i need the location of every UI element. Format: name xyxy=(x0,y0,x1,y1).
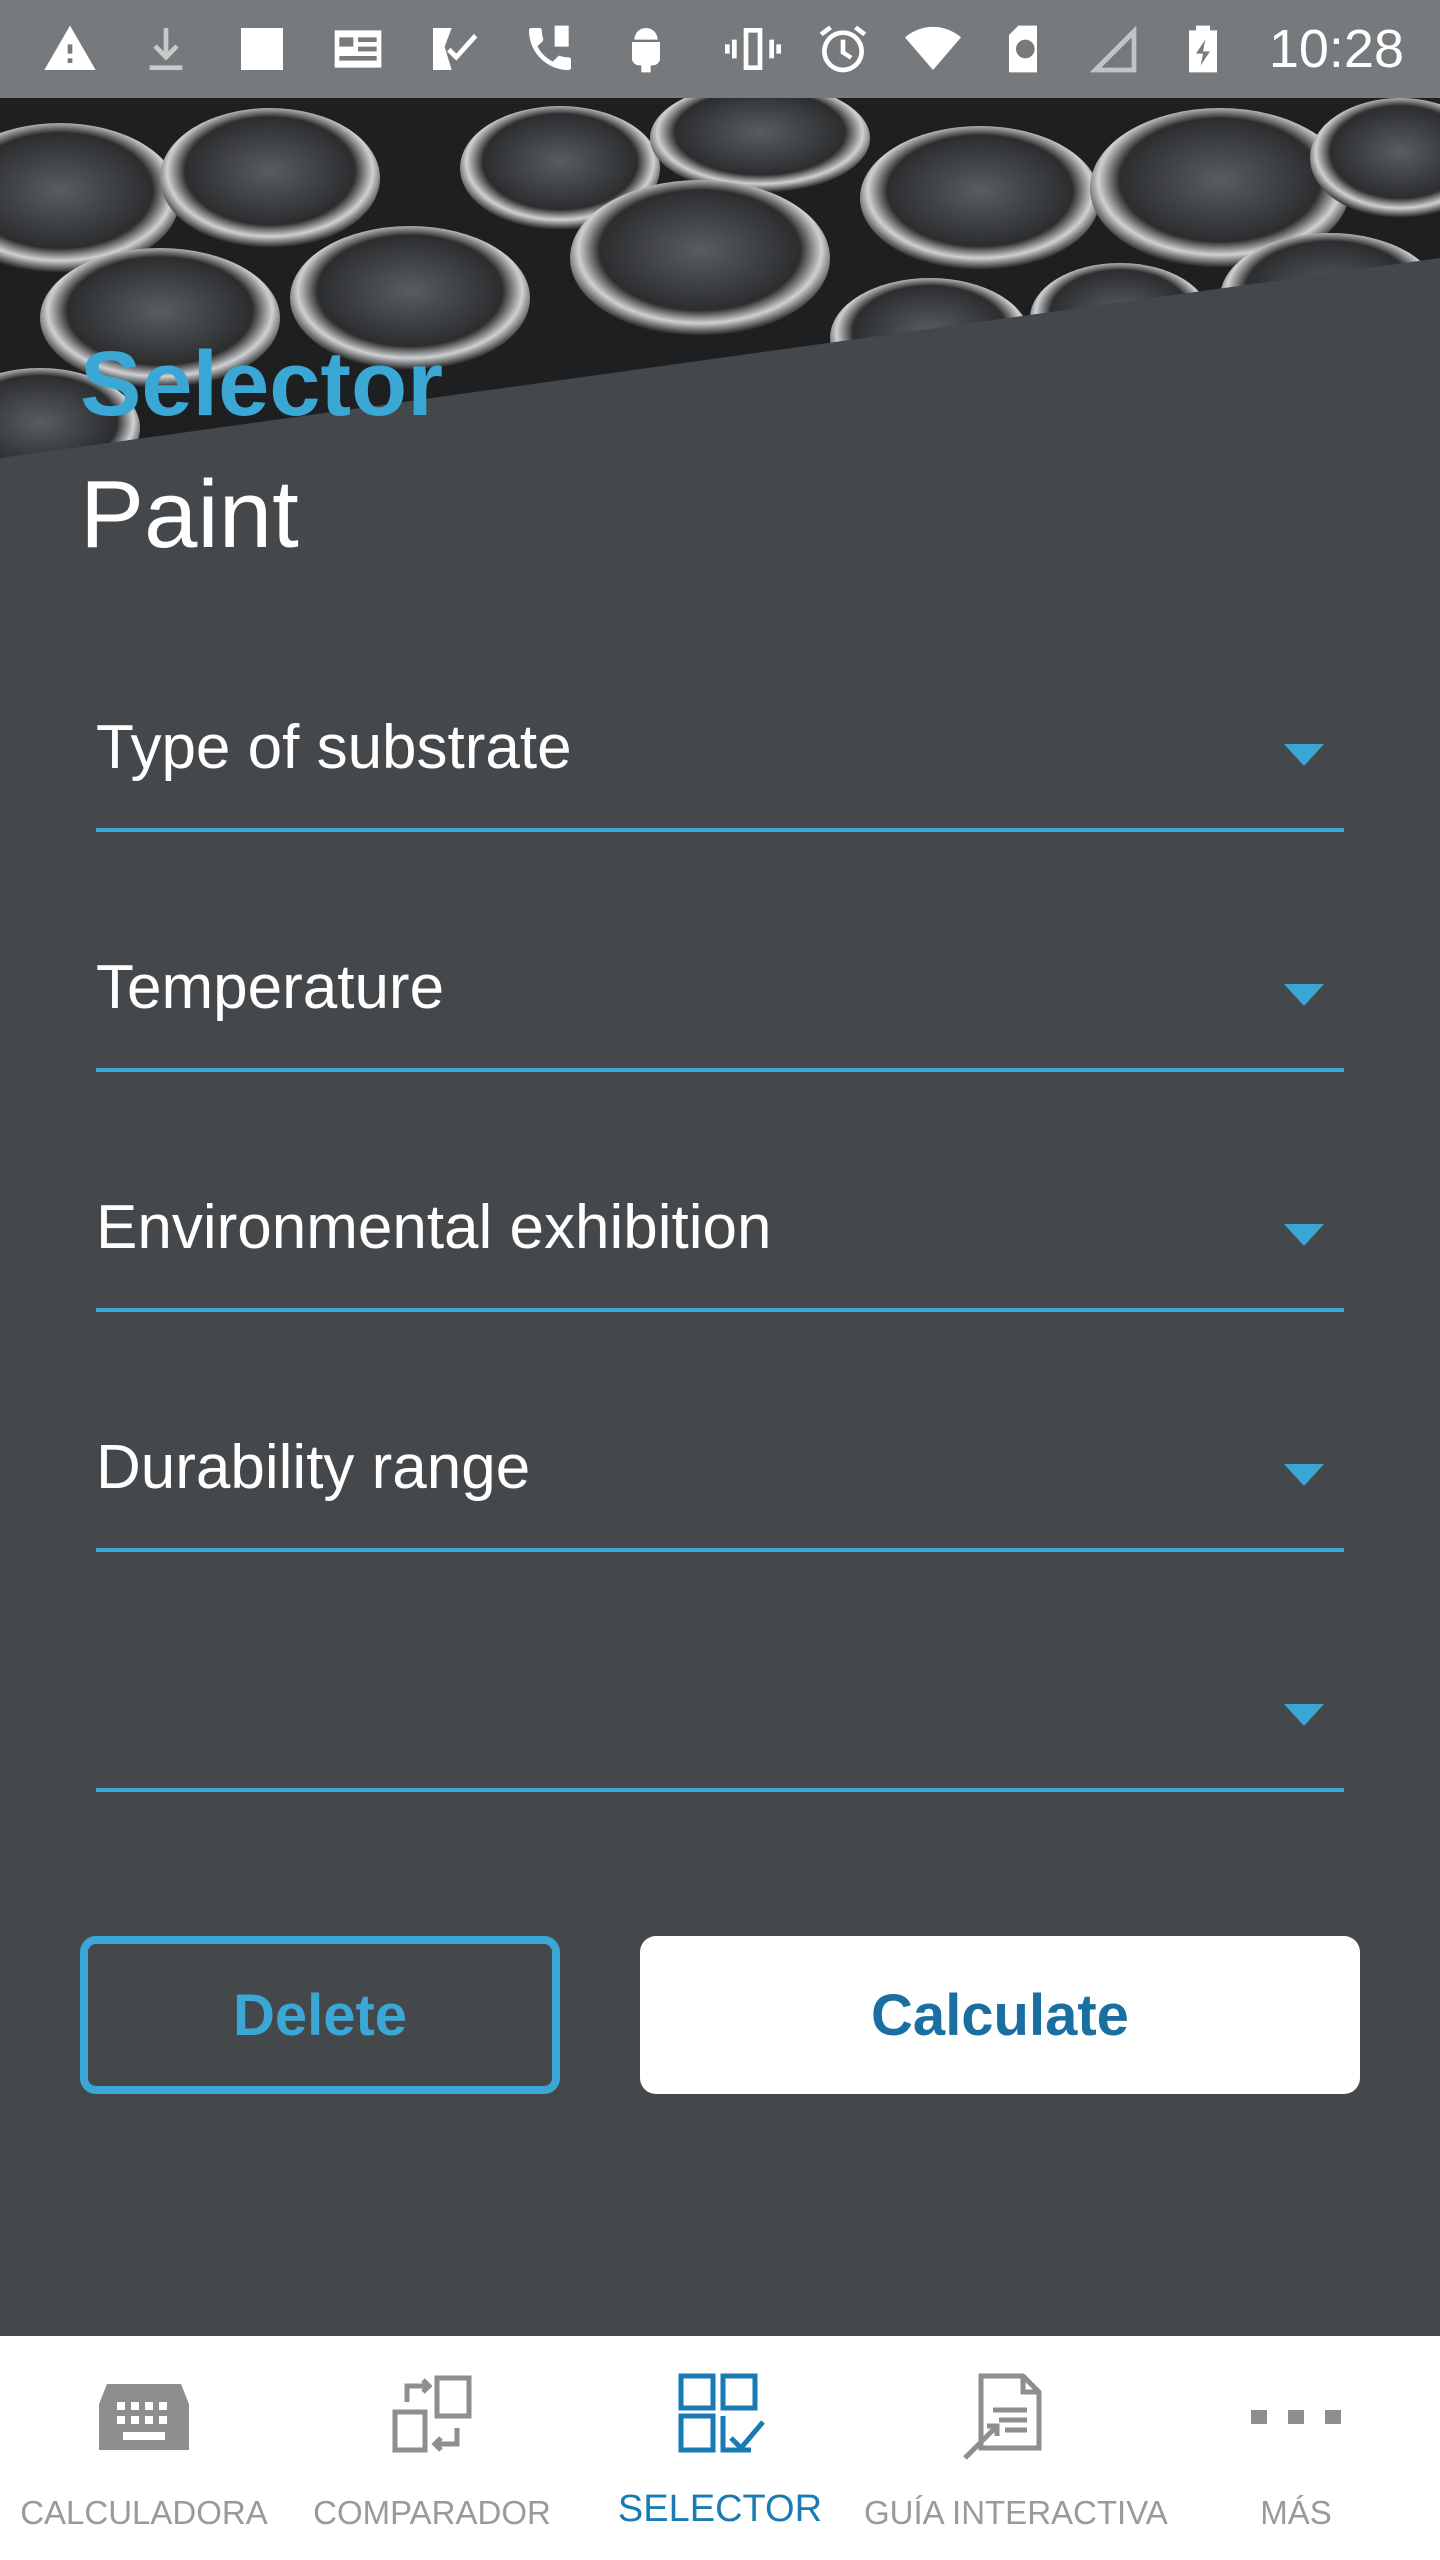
warning-icon xyxy=(40,19,100,79)
nav-label: CALCULADORA xyxy=(20,2494,268,2531)
battery-charging-icon xyxy=(1173,19,1233,79)
temperature-dropdown-label: Temperature xyxy=(96,953,445,1022)
phone-alert-icon xyxy=(520,19,580,79)
substrate-dropdown[interactable]: Type of substrate xyxy=(96,672,1344,832)
delete-button[interactable]: Delete xyxy=(80,1936,560,2094)
selector-icon xyxy=(665,2362,775,2472)
bottom-nav: CALCULADORA COMPARADOR SELECTOR GUÍA INT… xyxy=(0,2336,1440,2560)
nav-item-mas[interactable]: MÁS xyxy=(1152,2336,1440,2560)
nav-item-comparador[interactable]: COMPARADOR xyxy=(288,2336,576,2560)
environmental-exhibition-dropdown[interactable]: Environmental exhibition xyxy=(96,1152,1344,1312)
nav-item-selector[interactable]: SELECTOR xyxy=(576,2336,864,2560)
temperature-dropdown[interactable]: Temperature xyxy=(96,912,1344,1072)
nav-label: SELECTOR xyxy=(617,2488,823,2530)
nav-label: MÁS xyxy=(1260,2494,1332,2531)
status-time: 10:28 xyxy=(1268,19,1404,79)
status-notifications xyxy=(40,19,676,79)
signal-icon xyxy=(1083,19,1143,79)
vibrate-icon xyxy=(723,19,783,79)
sd-card-icon xyxy=(993,19,1053,79)
extra-dropdown[interactable] xyxy=(96,1632,1344,1792)
caret-down-icon xyxy=(1284,744,1324,766)
guide-icon xyxy=(953,2362,1063,2472)
nav-item-calculadora[interactable]: CALCULADORA xyxy=(0,2336,288,2560)
calculator-icon xyxy=(89,2362,199,2472)
nav-label: GUÍA INTERACTIVA xyxy=(864,2494,1168,2531)
wifi-icon xyxy=(903,19,963,79)
status-system: 10:28 xyxy=(723,18,1404,80)
nav-label: COMPARADOR xyxy=(313,2494,551,2531)
compare-icon xyxy=(377,2362,487,2472)
square-icon xyxy=(232,19,292,79)
nav-item-guia-interactiva[interactable]: GUÍA INTERACTIVA xyxy=(864,2336,1168,2560)
caret-down-icon xyxy=(1284,1704,1324,1726)
page-title: Paint xyxy=(80,461,299,568)
environmental-exhibition-dropdown-label: Environmental exhibition xyxy=(96,1193,772,1262)
task-icon xyxy=(424,19,484,79)
substrate-dropdown-label: Type of substrate xyxy=(96,713,572,782)
caret-down-icon xyxy=(1284,1464,1324,1486)
caret-down-icon xyxy=(1284,1224,1324,1246)
caret-down-icon xyxy=(1284,984,1324,1006)
calculate-button[interactable]: Calculate xyxy=(640,1936,1360,2094)
more-icon xyxy=(1241,2362,1351,2472)
durability-range-dropdown-label: Durability range xyxy=(96,1433,531,1502)
alarm-icon xyxy=(813,19,873,79)
durability-range-dropdown[interactable]: Durability range xyxy=(96,1392,1344,1552)
download-icon xyxy=(136,19,196,79)
news-icon xyxy=(328,19,388,79)
android-icon xyxy=(616,19,676,79)
status-bar: 10:28 xyxy=(0,0,1440,98)
page-title-accent: Selector xyxy=(80,333,444,435)
